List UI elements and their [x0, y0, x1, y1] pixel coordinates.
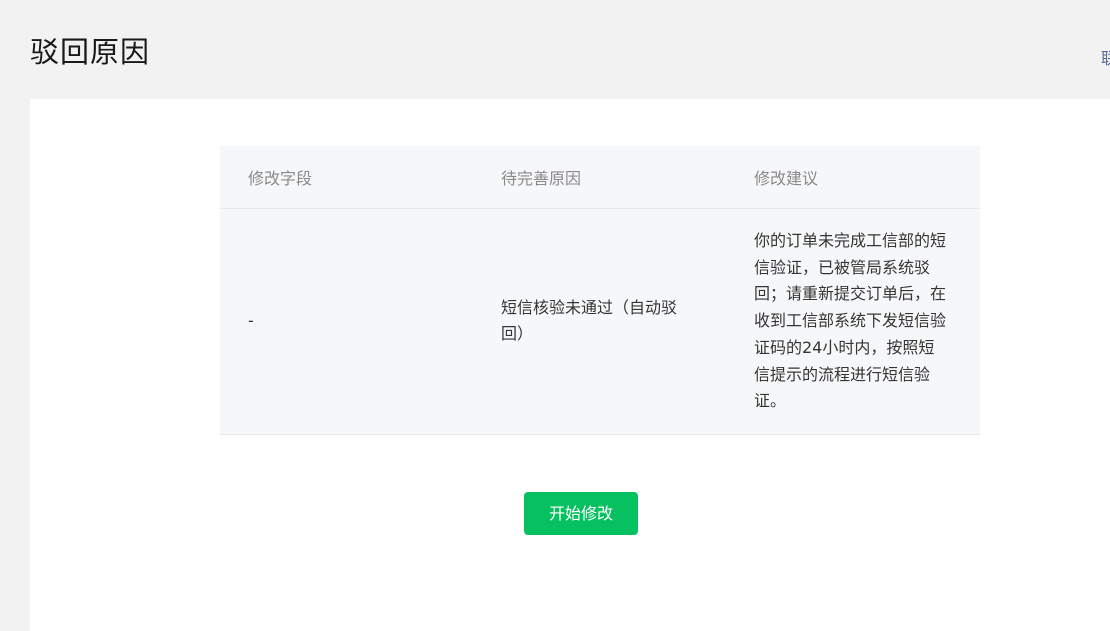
cell-field: -: [220, 208, 473, 435]
header-link[interactable]: 联: [1101, 48, 1110, 70]
column-header-reason: 待完善原因: [473, 146, 726, 209]
table-header-row: 修改字段 待完善原因 修改建议: [220, 146, 980, 209]
column-header-field: 修改字段: [220, 146, 473, 209]
cell-reason: 短信核验未通过（自动驳回）: [473, 208, 726, 435]
cell-suggestion: 你的订单未完成工信部的短信验证，已被管局系统驳回；请重新提交订单后，在收到工信部…: [726, 208, 980, 435]
page-title: 驳回原因: [30, 35, 151, 69]
rejection-reason-table: 修改字段 待完善原因 修改建议 - 短信核验未通过（自动驳回） 你的订单未完成工…: [220, 146, 980, 435]
table-row: - 短信核验未通过（自动驳回） 你的订单未完成工信部的短信验证，已被管局系统驳回…: [220, 208, 980, 435]
start-edit-button[interactable]: 开始修改: [524, 492, 638, 535]
content-panel: 修改字段 待完善原因 修改建议 - 短信核验未通过（自动驳回） 你的订单未完成工…: [30, 99, 1110, 631]
column-header-suggestion: 修改建议: [726, 146, 980, 209]
